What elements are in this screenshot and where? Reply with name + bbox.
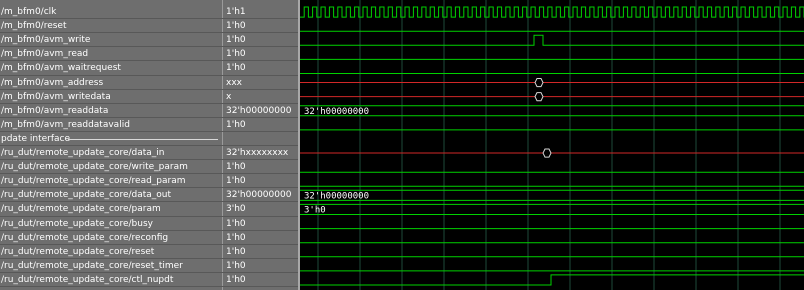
bus-transition (542, 148, 552, 158)
signal-name[interactable]: /ru_dut/remote_update_core/reset_timer (0, 259, 222, 273)
clock-waveform (300, 6, 804, 18)
waveform-canvas[interactable]: 32'h00000000 32'h00000000 3'h0 (300, 0, 804, 290)
signal-value: 32'h00000000 (226, 105, 292, 116)
signal-name[interactable]: /m_bfm0/avm_waitrequest (0, 61, 222, 75)
signal-waveform (300, 34, 804, 46)
signal-value: 1'h0 (226, 274, 246, 285)
signal-value: 1'h0 (226, 260, 246, 271)
signal-name[interactable]: /m_bfm0/avm_read (0, 47, 222, 61)
signal-name[interactable]: /ru_dut/remote_update_core/reset (0, 245, 222, 259)
signal-name[interactable]: /m_bfm0/clk (0, 5, 222, 19)
signal-name[interactable]: /m_bfm0/avm_writedata (0, 90, 222, 104)
signal-value: 1'h0 (226, 162, 246, 173)
signal-name[interactable]: /m_bfm0/avm_address (0, 76, 222, 90)
signal-value: 32'h00000000 (226, 190, 292, 201)
signal-value: 1'h0 (226, 21, 246, 32)
signal-value (226, 132, 297, 146)
signal-name[interactable]: /ru_dut/remote_update_core/data_out (0, 188, 222, 202)
signal-name[interactable]: /ru_dut/remote_update_core/read_param (0, 174, 222, 188)
signal-value: x (226, 91, 232, 102)
signal-waveform (300, 274, 804, 286)
signal-name[interactable]: /ru_dut/remote_update_core/busy (0, 217, 222, 231)
signal-value: 1'h1 (226, 7, 246, 17)
signal-value: 1'h0 (226, 49, 246, 60)
signal-name[interactable]: /m_bfm0/avm_readdata (0, 104, 222, 118)
bus-value-label: 3'h0 (304, 206, 326, 216)
signal-name[interactable]: /ru_dut/remote_update_core/data_in (0, 146, 222, 160)
signal-value: 1'h0 (226, 176, 246, 187)
bus-value-label: 32'h00000000 (304, 191, 369, 201)
signal-value: 3'h0 (226, 204, 246, 215)
signal-name[interactable]: /ru_dut/remote_update_core/write_param (0, 160, 222, 174)
signal-value: 1'h0 (226, 232, 246, 243)
bus-transition (534, 78, 544, 88)
signal-value: 1'h0 (226, 119, 246, 130)
signal-name[interactable]: /ru_dut/remote_update_core/ctl_nupdt (0, 273, 222, 287)
signal-name[interactable]: /ru_dut/remote_update_core/param (0, 202, 222, 216)
signal-name[interactable]: /ru_dut/remote_update_core/reconfig (0, 231, 222, 245)
bus-transition (534, 92, 544, 102)
row-separator (0, 286, 298, 287)
group-divider (68, 138, 218, 140)
bus-value-label: 32'h00000000 (304, 107, 369, 117)
signal-value: 1'h0 (226, 35, 246, 46)
signal-value: 1'h0 (226, 218, 246, 229)
signal-value: xxx (226, 77, 242, 88)
signal-value: 1'h0 (226, 246, 246, 257)
signal-value: 32'hxxxxxxxx (226, 148, 289, 158)
signal-name[interactable]: /m_bfm0/avm_readdatavalid (0, 118, 222, 132)
signal-value: 1'h0 (226, 63, 246, 74)
signal-name[interactable]: /m_bfm0/avm_write (0, 33, 222, 47)
signal-name[interactable]: /m_bfm0/reset (0, 19, 222, 33)
